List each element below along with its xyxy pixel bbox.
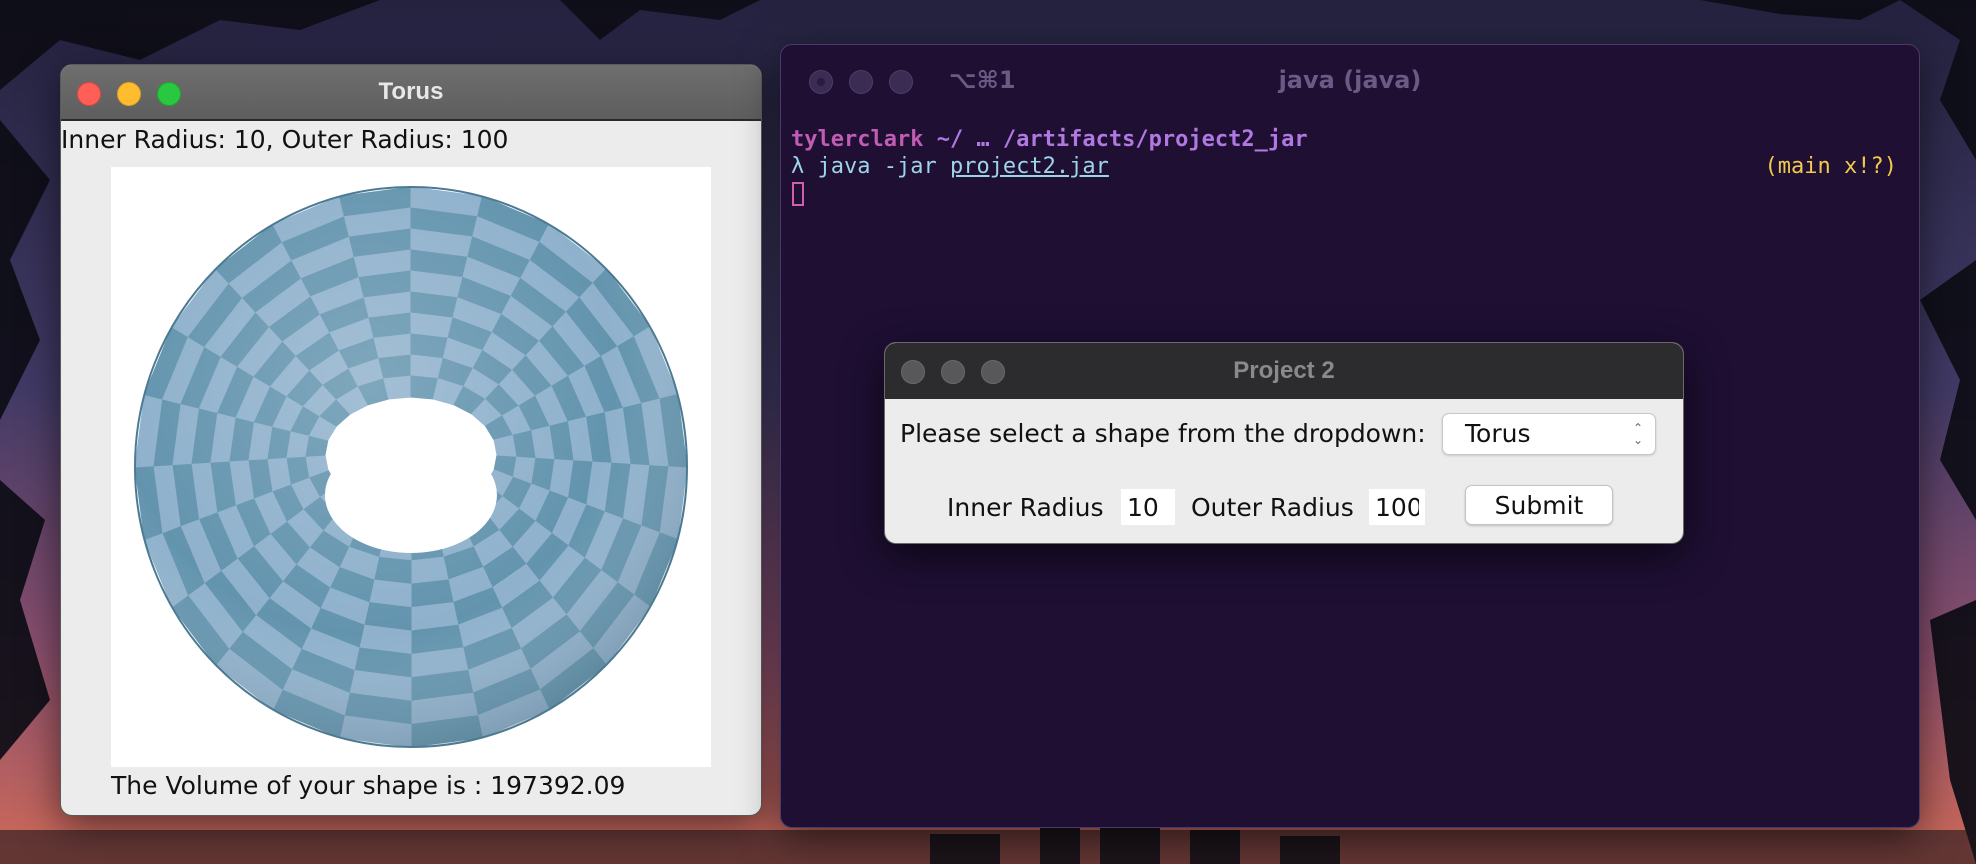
shape-dropdown[interactable]: Torus ⌃ ⌄	[1442, 413, 1656, 455]
inner-radius-label: Inner Radius	[947, 493, 1104, 522]
shape-prompt-label: Please select a shape from the dropdown:	[900, 419, 1426, 448]
prompt-path: ~/ … /artifacts/project2_jar	[923, 127, 1308, 152]
outer-radius-field[interactable]	[1369, 489, 1425, 525]
submit-button[interactable]: Submit	[1465, 485, 1613, 525]
dialog-title: Project 2	[1233, 357, 1335, 384]
torus-tile	[357, 504, 390, 535]
inner-radius-field[interactable]	[1121, 489, 1175, 525]
dialog-titlebar[interactable]: Project 2	[885, 343, 1683, 399]
outer-radius-label: Outer Radius	[1191, 493, 1354, 522]
terminal-title: java (java)	[1278, 66, 1422, 94]
volume-result-label: The Volume of your shape is : 197392.09	[111, 771, 626, 800]
updown-chevron-icon: ⌃ ⌄	[1632, 421, 1643, 447]
project2-dialog: Project 2 Please select a shape from the…	[884, 342, 1684, 544]
torus-tile	[383, 510, 412, 537]
command-line: λ java -jar project2.jar	[791, 154, 1109, 179]
terminal-titlebar[interactable]: ⌥⌘1 java (java)	[781, 45, 1919, 115]
jar-file-link[interactable]: project2.jar	[950, 154, 1109, 179]
window-title: Torus	[378, 78, 444, 105]
command-text: java -jar	[804, 154, 950, 179]
torus-window: Torus Inner Radius: 10, Outer Radius: 10…	[60, 64, 762, 816]
torus-titlebar[interactable]: Torus	[61, 65, 761, 121]
lambda-symbol: λ	[791, 154, 805, 179]
git-status: (main x!?)	[1764, 154, 1897, 179]
torus-tile	[336, 495, 369, 527]
prompt-line: tylerclark ~/ … /artifacts/project2_jar	[791, 127, 1308, 152]
shape-dropdown-value: Torus	[1465, 419, 1531, 448]
torus-image	[111, 167, 711, 767]
torus-tile	[432, 504, 465, 535]
torus-tile	[453, 495, 486, 527]
terminal-cursor	[792, 182, 804, 206]
prompt-user: tylerclark	[791, 127, 924, 152]
torus-tile	[410, 510, 439, 537]
radius-info-label: Inner Radius: 10, Outer Radius: 100	[61, 125, 509, 154]
